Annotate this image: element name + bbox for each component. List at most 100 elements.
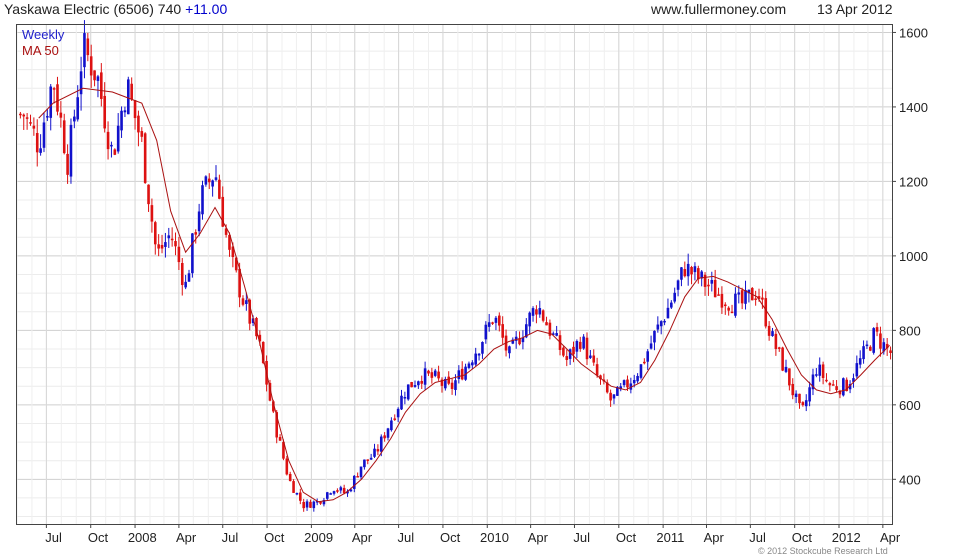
candle-body — [842, 378, 845, 396]
candle-body — [771, 331, 774, 337]
candle — [332, 490, 336, 496]
candle — [292, 479, 295, 493]
candle-body — [562, 347, 565, 356]
candle-body — [103, 95, 106, 129]
x-tick-label: Apr — [880, 530, 901, 545]
candle — [366, 459, 370, 465]
chart-grid — [16, 25, 892, 524]
candle — [191, 232, 194, 278]
candle — [747, 289, 751, 303]
candle-body — [406, 384, 410, 400]
candle — [774, 328, 778, 356]
candle-body — [62, 120, 66, 154]
candle — [703, 272, 707, 296]
candle-body — [396, 408, 400, 418]
candle-body — [52, 88, 56, 90]
candle-body — [39, 148, 42, 153]
candle — [872, 327, 875, 355]
candle — [174, 232, 177, 256]
candle-body — [32, 125, 36, 129]
candle — [585, 332, 589, 366]
candle-body — [46, 116, 49, 118]
candle-body — [79, 71, 83, 95]
candle-body — [666, 307, 670, 319]
candle — [299, 488, 302, 505]
candle-body — [369, 457, 373, 460]
candle-body — [717, 294, 720, 296]
candle-body — [791, 383, 795, 396]
candle — [815, 368, 818, 378]
candle — [723, 302, 727, 315]
candle-body — [589, 355, 592, 358]
candle — [481, 341, 484, 359]
candle — [565, 349, 569, 367]
candle — [420, 375, 424, 389]
y-tick-label: 1000 — [899, 249, 928, 264]
candle — [410, 381, 413, 388]
candle — [855, 355, 859, 379]
x-tick-label: 2012 — [832, 530, 861, 545]
candle — [187, 269, 191, 282]
y-tick-label: 400 — [899, 472, 921, 487]
x-tick-label: Jul — [749, 530, 766, 545]
candle-body — [487, 322, 491, 327]
candle — [494, 316, 498, 331]
candle-body — [86, 38, 90, 56]
candle — [423, 361, 427, 390]
candle — [875, 322, 879, 337]
candle — [369, 453, 373, 460]
candle — [697, 265, 700, 284]
candle-body — [218, 179, 221, 199]
candle-body — [241, 298, 245, 305]
candle-body — [150, 205, 154, 222]
x-tick-label: Apr — [176, 530, 197, 545]
candle-body — [825, 379, 828, 382]
y-axis-labels: 400 600 800 1000 1200 1400 1600 — [892, 25, 928, 487]
candle — [211, 179, 214, 197]
candle — [659, 320, 663, 335]
candle-body — [815, 374, 818, 376]
candle-body — [35, 132, 39, 153]
candle-body — [626, 379, 629, 388]
candle — [791, 378, 795, 400]
candle-body — [585, 337, 589, 360]
candle-body — [29, 122, 32, 124]
candle — [825, 373, 828, 383]
candle — [32, 117, 36, 136]
candle — [19, 111, 22, 119]
candle-body — [535, 309, 538, 315]
x-tick-label: Jul — [573, 530, 590, 545]
candle — [430, 367, 434, 384]
x-tick-label: 2009 — [304, 530, 333, 545]
candle-body — [869, 346, 872, 351]
x-tick-label: Jul — [398, 530, 415, 545]
y-tick-label: 600 — [899, 398, 921, 413]
candle — [592, 349, 596, 366]
candle-body — [211, 180, 214, 187]
candle — [417, 380, 420, 389]
candle-body — [498, 315, 501, 326]
x-tick-label: Apr — [528, 530, 549, 545]
candle-body — [862, 346, 865, 360]
candle-body — [595, 364, 599, 376]
ticker-title: Yaskawa Electric (6506) 740 — [4, 1, 182, 17]
site-url: www.fullermoney.com — [651, 1, 787, 17]
candle — [535, 305, 538, 324]
candle — [336, 488, 339, 494]
candle — [609, 389, 612, 407]
candle-body — [373, 448, 376, 457]
candle-body — [720, 293, 724, 308]
candle-body — [288, 473, 292, 482]
candle-body — [693, 266, 697, 273]
candle-body — [299, 492, 302, 501]
candle-body — [632, 379, 636, 384]
candle — [808, 381, 811, 407]
candle — [29, 114, 32, 126]
candle-body — [329, 493, 332, 495]
candle — [56, 76, 59, 116]
y-tick-label: 1600 — [899, 25, 928, 40]
candle-body — [858, 358, 862, 365]
candle-body — [69, 124, 73, 177]
candle — [288, 471, 292, 482]
candle-body — [676, 280, 680, 290]
